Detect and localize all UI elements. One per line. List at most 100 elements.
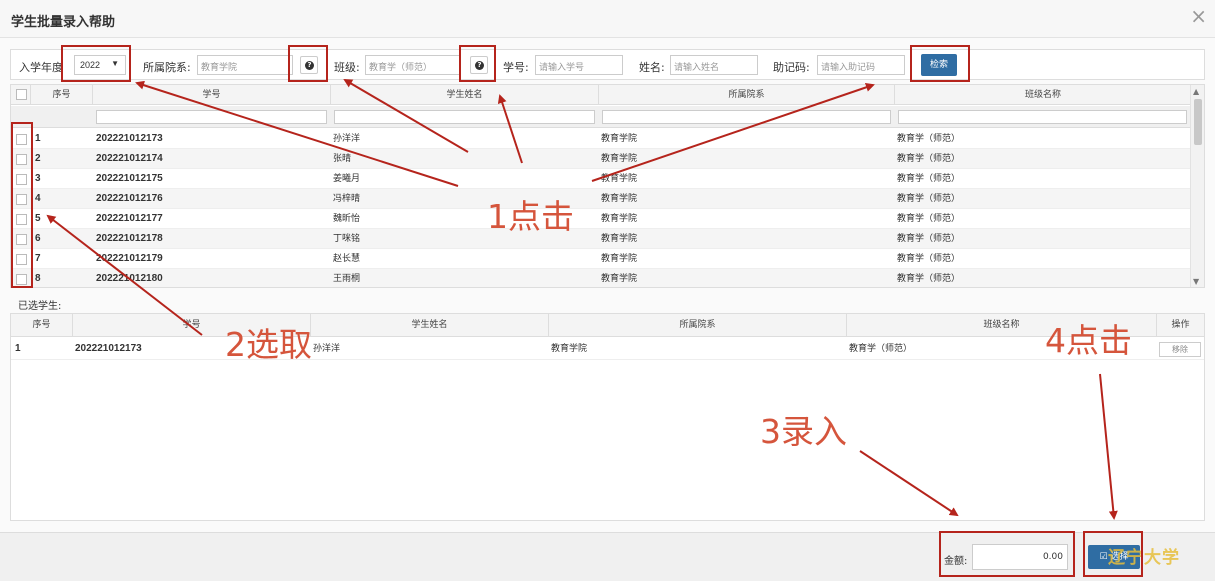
sel-cell-id: 202221012173: [75, 343, 142, 354]
student-grid: 序号 学号 学生姓名 所属院系 班级名称 1 202221012173 孙洋洋 教育学…: [10, 84, 1205, 288]
cell-college: 教育学院: [601, 234, 638, 244]
dialog-titlebar: 学生批量录入帮助 ×: [0, 0, 1215, 38]
table-row[interactable]: 6 202221012178 丁咪铭 教育学院 教育学（师范）: [11, 229, 1191, 249]
cell-class: 教育学（师范）: [897, 274, 961, 284]
sel-cell-college: 教育学院: [551, 344, 588, 354]
filter-name-input[interactable]: [334, 110, 595, 124]
cell-seq: 3: [35, 173, 41, 184]
filter-class-input[interactable]: [898, 110, 1187, 124]
cell-name: 姜曦月: [333, 174, 361, 184]
class-input[interactable]: 教育学（师范）: [365, 55, 461, 75]
cell-name: 赵长慧: [333, 254, 361, 264]
sel-cell-class: 教育学（师范）: [849, 344, 913, 354]
cell-seq: 6: [35, 233, 41, 244]
cell-college: 教育学院: [601, 134, 638, 144]
cell-class: 教育学（师范）: [897, 134, 961, 144]
table-row[interactable]: 4 202221012176 冯梓晴 教育学院 教育学（师范）: [11, 189, 1191, 209]
annotation-box-search: [910, 45, 970, 82]
code-input[interactable]: 请输入助记码: [817, 55, 905, 75]
scroll-down-icon[interactable]: ▼: [1193, 277, 1199, 286]
col-seq: 序号: [31, 85, 93, 105]
cell-college: 教育学院: [601, 194, 638, 204]
cell-id: 202221012176: [96, 193, 163, 204]
annotation-step-2: 2选取: [225, 325, 312, 364]
table-row[interactable]: 8 202221012180 王雨桐 教育学院 教育学（师范）: [11, 269, 1191, 287]
cell-seq: 4: [35, 193, 41, 204]
scroll-up-icon[interactable]: ▲: [1193, 87, 1199, 96]
name-label: 姓名:: [639, 61, 665, 74]
col-name: 学生姓名: [331, 85, 599, 105]
student-grid-header: 序号 学号 学生姓名 所属院系 班级名称: [11, 85, 1191, 105]
filter-bar: 入学年度 2022 ▼ 所属院系: 教育学院 ? 班级: 教育学（师范） ? 学…: [10, 49, 1205, 80]
selected-grid-header: 序号 学号 学生姓名 所属院系 班级名称 操作: [11, 314, 1204, 337]
annotation-box-year: [61, 45, 131, 82]
name-input[interactable]: 请输入姓名: [670, 55, 758, 75]
selected-grid: 序号 学号 学生姓名 所属院系 班级名称 操作 1 202221012173 孙…: [10, 313, 1205, 521]
annotation-step-4: 4点击: [1045, 321, 1132, 360]
cell-college: 教育学院: [601, 154, 638, 164]
cell-seq: 1: [35, 133, 41, 144]
student-grid-scrollbar[interactable]: ▲ ▼: [1190, 85, 1204, 287]
table-row[interactable]: 2 202221012174 张晴 教育学院 教育学（师范）: [11, 149, 1191, 169]
close-icon[interactable]: ×: [1190, 6, 1207, 26]
selected-row: 1 202221012173 孙洋洋 教育学院 教育学（师范） 移除: [11, 338, 1204, 360]
cell-class: 教育学（师范）: [897, 214, 961, 224]
student-grid-filter-row: [11, 106, 1191, 128]
cell-id: 202221012177: [96, 213, 163, 224]
college-label: 所属院系:: [143, 61, 191, 74]
sel-col-name: 学生姓名: [311, 314, 549, 337]
annotation-step-1: 1点击: [487, 197, 574, 236]
cell-name: 王雨桐: [333, 274, 361, 284]
sel-col-college: 所属院系: [549, 314, 847, 337]
table-row[interactable]: 3 202221012175 姜曦月 教育学院 教育学（师范）: [11, 169, 1191, 189]
filter-college-input[interactable]: [602, 110, 891, 124]
select-all-cell: [11, 85, 31, 105]
dialog-title: 学生批量录入帮助: [11, 15, 116, 30]
col-id: 学号: [93, 85, 331, 105]
sel-cell-name: 孙洋洋: [313, 344, 341, 354]
cell-name: 丁咪铭: [333, 234, 361, 244]
cell-seq: 8: [35, 273, 41, 284]
sel-col-seq: 序号: [11, 314, 73, 337]
annotation-box-confirm: [1083, 531, 1143, 577]
remove-button[interactable]: 移除: [1159, 342, 1201, 357]
student-no-label: 学号:: [503, 61, 529, 74]
cell-class: 教育学（师范）: [897, 194, 961, 204]
batch-entry-dialog: 学生批量录入帮助 × 入学年度 2022 ▼ 所属院系: 教育学院 ? 班级: …: [0, 0, 1215, 581]
cell-id: 202221012180: [96, 273, 163, 284]
cell-class: 教育学（师范）: [897, 154, 961, 164]
annotation-box-college-help: [288, 45, 328, 82]
scroll-thumb[interactable]: [1194, 99, 1202, 145]
cell-seq: 5: [35, 213, 41, 224]
select-all-checkbox[interactable]: [16, 89, 27, 100]
class-label: 班级:: [334, 61, 360, 74]
table-row[interactable]: 7 202221012179 赵长慧 教育学院 教育学（师范）: [11, 249, 1191, 269]
cell-class: 教育学（师范）: [897, 174, 961, 184]
cell-id: 202221012175: [96, 173, 163, 184]
college-input[interactable]: 教育学院: [197, 55, 293, 75]
cell-college: 教育学院: [601, 254, 638, 264]
cell-seq: 2: [35, 153, 41, 164]
cell-id: 202221012179: [96, 253, 163, 264]
col-college: 所属院系: [599, 85, 895, 105]
cell-name: 孙洋洋: [333, 134, 361, 144]
student-no-input[interactable]: 请输入学号: [535, 55, 623, 75]
cell-college: 教育学院: [601, 274, 638, 284]
cell-name: 冯梓晴: [333, 194, 361, 204]
cell-college: 教育学院: [601, 214, 638, 224]
year-label: 入学年度: [19, 61, 63, 74]
table-row[interactable]: 5 202221012177 魏昕怡 教育学院 教育学（师范）: [11, 209, 1191, 229]
code-label: 助记码:: [773, 61, 810, 74]
cell-seq: 7: [35, 253, 41, 264]
selected-students-label: 已选学生:: [18, 301, 62, 312]
filter-id-input[interactable]: [96, 110, 327, 124]
annotation-box-checkboxes: [11, 122, 33, 288]
annotation-box-amount: [939, 531, 1075, 577]
annotation-box-class-help: [459, 45, 496, 82]
table-row[interactable]: 1 202221012173 孙洋洋 教育学院 教育学（师范）: [11, 129, 1191, 149]
annotation-step-3: 3录入: [760, 412, 847, 451]
cell-id: 202221012173: [96, 133, 163, 144]
sel-col-action: 操作: [1171, 320, 1190, 330]
col-class: 班级名称: [1024, 90, 1061, 100]
cell-class: 教育学（师范）: [897, 254, 961, 264]
